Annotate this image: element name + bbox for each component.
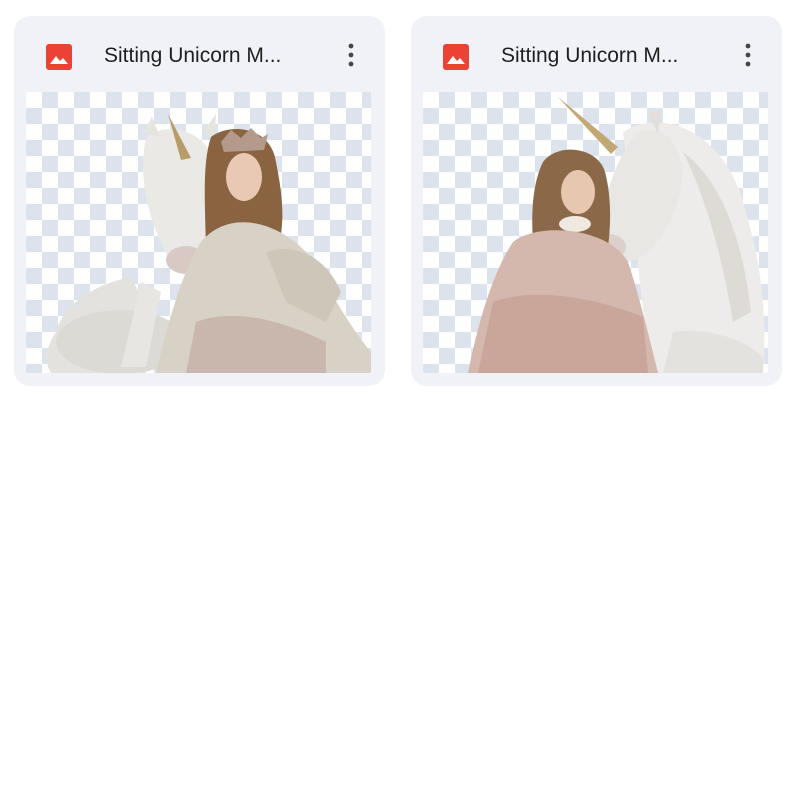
file-thumbnail[interactable]	[26, 92, 371, 373]
more-options-button[interactable]	[335, 36, 367, 74]
unicorn-girl-image	[46, 114, 371, 373]
file-card[interactable]: Sitting Unicorn M...	[14, 16, 385, 386]
image-file-icon	[46, 44, 72, 70]
file-title: Sitting Unicorn M...	[104, 44, 282, 67]
file-card-header: Sitting Unicorn M...	[14, 16, 385, 92]
more-vert-icon	[348, 43, 354, 67]
image-file-icon	[443, 44, 469, 70]
file-thumbnail[interactable]	[423, 92, 768, 373]
file-grid: Sitting Unicorn M... Sitting Unicorn M..…	[0, 0, 794, 792]
file-card-header: Sitting Unicorn M...	[411, 16, 782, 92]
unicorn-girl-image	[468, 97, 765, 373]
more-options-button[interactable]	[732, 36, 764, 74]
more-vert-icon	[745, 43, 751, 67]
file-card[interactable]: Sitting Unicorn M...	[411, 16, 782, 386]
file-title: Sitting Unicorn M...	[501, 44, 679, 67]
